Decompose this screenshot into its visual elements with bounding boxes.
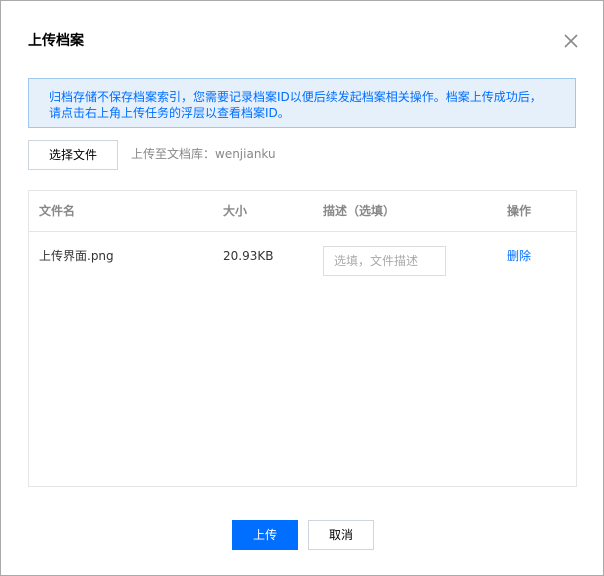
upload-archive-dialog: 上传档案 归档存储不保存档案索引，您需要记录档案ID以便后续发起档案相关操作。档… xyxy=(0,0,604,576)
delete-link[interactable]: 删除 xyxy=(507,249,531,263)
column-header-size: 大小 xyxy=(223,204,248,218)
column-header-filename: 文件名 xyxy=(39,204,76,218)
cancel-button[interactable]: 取消 xyxy=(308,520,374,550)
info-notice: 归档存储不保存档案索引，您需要记录档案ID以便后续发起档案相关操作。档案上传成功… xyxy=(28,78,576,128)
upload-target-label: 上传至文档库：wenjianku xyxy=(131,147,276,161)
column-header-action: 操作 xyxy=(507,204,532,218)
close-icon[interactable] xyxy=(562,32,580,50)
select-file-button[interactable]: 选择文件 xyxy=(28,140,118,170)
column-header-description: 描述（选填） xyxy=(323,204,396,218)
table-header: 文件名 大小 描述（选填） 操作 xyxy=(29,191,576,232)
file-name: 上传界面.png xyxy=(39,249,114,263)
file-table: 文件名 大小 描述（选填） 操作 上传界面.png 20.93KB 删除 xyxy=(28,190,577,487)
notice-line-2: 请点击右上角上传任务的浮层以查看档案ID。 xyxy=(49,106,290,120)
description-input[interactable] xyxy=(323,246,446,276)
notice-line-1: 归档存储不保存档案索引，您需要记录档案ID以便后续发起档案相关操作。档案上传成功… xyxy=(49,90,542,104)
file-size: 20.93KB xyxy=(223,249,274,263)
upload-button[interactable]: 上传 xyxy=(232,520,298,550)
dialog-title: 上传档案 xyxy=(28,33,84,49)
